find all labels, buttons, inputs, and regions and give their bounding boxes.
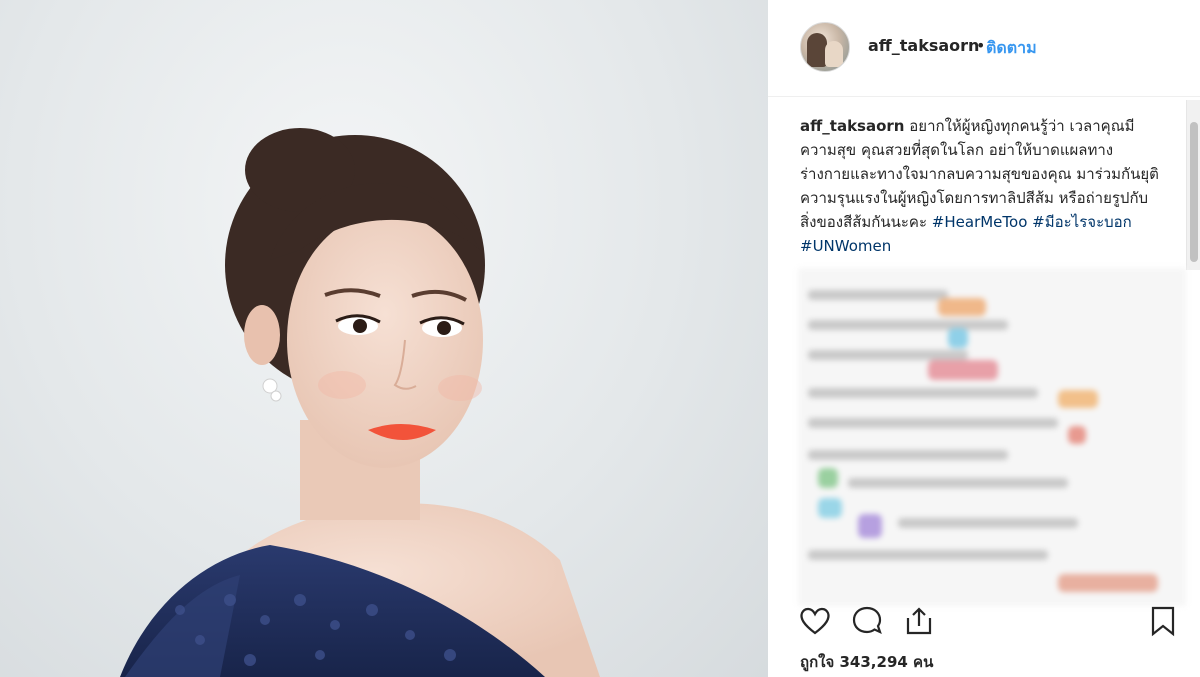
scrollbar-thumb[interactable] <box>1190 122 1198 262</box>
likes-count[interactable]: ถูกใจ 343,294 คน <box>800 650 933 674</box>
follow-button[interactable]: ติดตาม <box>986 36 1037 61</box>
post-side-panel: aff_taksaorn • ติดตาม aff_taksaorn อยากใ… <box>768 0 1200 677</box>
post-header: aff_taksaorn • ติดตาม <box>768 0 1200 97</box>
comments-scrollbar[interactable] <box>1186 100 1200 270</box>
heart-icon[interactable] <box>798 604 832 638</box>
hashtag-hearmetoo[interactable]: #HearMeToo <box>932 213 1028 231</box>
post-actions <box>768 604 1200 644</box>
portrait-illustration <box>120 128 600 677</box>
hashtag-thai[interactable]: #มีอะไรจะบอก <box>1032 213 1132 231</box>
post-caption: aff_taksaorn อยากให้ผู้หญิงทุกคนรู้ว่า เ… <box>800 114 1160 258</box>
username[interactable]: aff_taksaorn <box>868 36 979 55</box>
share-icon[interactable] <box>902 604 936 638</box>
avatar[interactable] <box>800 22 850 72</box>
separator-dot: • <box>976 36 986 55</box>
caption-username[interactable]: aff_taksaorn <box>800 117 904 135</box>
comment-icon[interactable] <box>850 604 884 638</box>
post-photo <box>0 0 768 677</box>
blurred-comments <box>798 268 1186 606</box>
bookmark-icon[interactable] <box>1146 604 1180 638</box>
hashtag-unwomen[interactable]: #UNWomen <box>800 237 891 255</box>
